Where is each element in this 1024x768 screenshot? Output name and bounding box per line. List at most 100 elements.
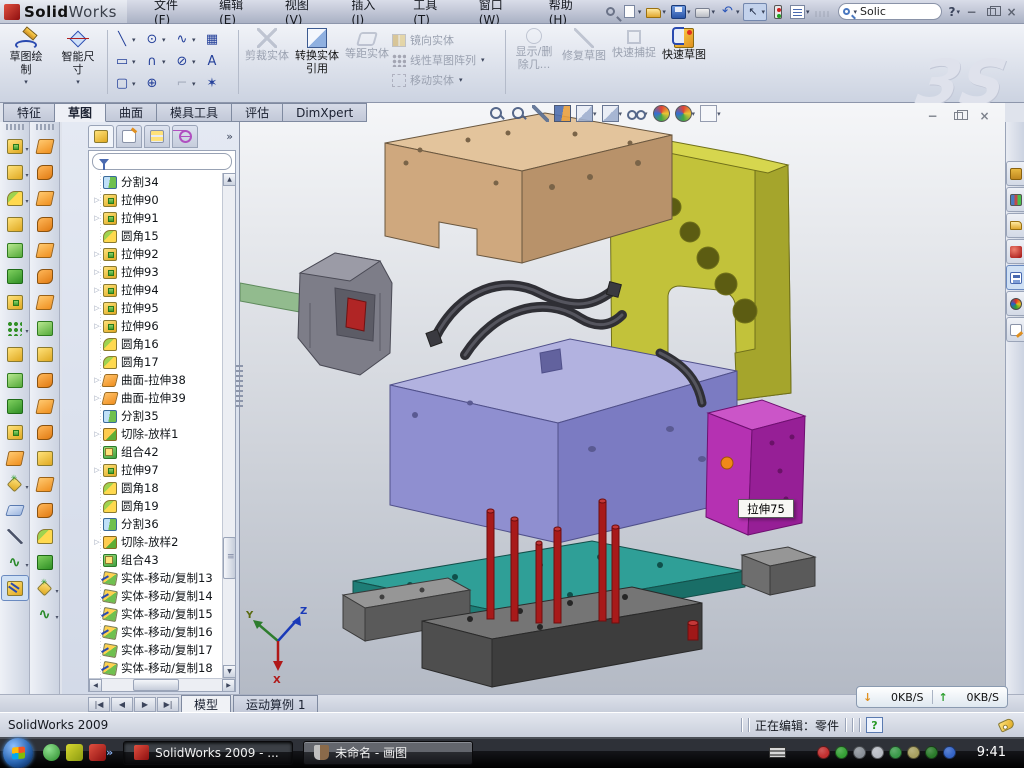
view-orientation-button[interactable]: ▾ (576, 105, 597, 122)
custom-properties-tab[interactable] (1006, 317, 1024, 342)
dropdown-caret-icon[interactable]: ▾ (162, 58, 166, 66)
shell-button[interactable] (1, 237, 29, 263)
surface-fillet-button[interactable] (31, 523, 59, 549)
expand-arrow-icon[interactable]: ▷ (92, 466, 102, 474)
minimize-button[interactable]: − (963, 4, 980, 19)
solidworks-quicklaunch-icon[interactable] (89, 744, 106, 761)
mirror-entities-button[interactable]: 镜向实体 (392, 32, 502, 48)
extruded-boss-button[interactable]: ▾ (1, 133, 29, 159)
surface-loft-button[interactable] (31, 211, 59, 237)
surface-offset-button[interactable] (31, 341, 59, 367)
dropdown-caret-icon[interactable]: ▾ (132, 58, 136, 66)
doc-restore-button[interactable] (950, 108, 967, 123)
smart-dimension-button[interactable]: 智能尺寸 ▾ (52, 24, 104, 86)
panel-splitter-handle[interactable] (236, 365, 243, 409)
dropdown-caret-icon[interactable]: ▾ (481, 56, 485, 64)
tab-DimXpert[interactable]: DimXpert (283, 103, 367, 122)
expand-arrow-icon[interactable]: ▷ (92, 196, 102, 204)
tree-item[interactable]: 组合43 (89, 551, 222, 569)
surface-boot-button[interactable] (31, 315, 59, 341)
security-shield-tray-icon[interactable] (835, 746, 848, 759)
pin-button[interactable] (603, 3, 618, 21)
instant3d-button[interactable] (1, 575, 29, 601)
repair-sketch-button[interactable]: 修复草图 (559, 24, 609, 62)
tab-nav-button-3[interactable]: ▶| (157, 697, 179, 712)
plane-button[interactable] (1, 497, 29, 523)
surface-elbow-button[interactable] (31, 367, 59, 393)
save-button[interactable]: ▾ (670, 3, 692, 21)
surface-cshape-button[interactable] (31, 185, 59, 211)
undo-button[interactable]: ↶▾ (719, 3, 741, 21)
dropdown-caret-icon[interactable]: ▾ (736, 8, 740, 16)
dropdown-caret-icon[interactable]: ▾ (662, 8, 666, 16)
network-warning-tray-icon[interactable] (907, 746, 920, 759)
circle-tool[interactable]: ⊙▾ (143, 32, 173, 47)
menu-item-6[interactable]: 帮助(H) (536, 0, 603, 23)
surface-planar-button[interactable] (31, 289, 59, 315)
curve-button[interactable]: ∿▾ (1, 549, 29, 575)
dimxpertmanager-tab[interactable] (172, 125, 198, 148)
doc-minimize-button[interactable]: − (924, 108, 941, 123)
tags-icon[interactable] (998, 717, 1016, 732)
split-button[interactable] (1, 393, 29, 419)
tree-item[interactable]: 实体-移动/复制18 (89, 659, 222, 677)
doc-close-button[interactable]: × (976, 108, 993, 123)
propertymanager-tab[interactable] (116, 125, 142, 148)
dropdown-caret-icon[interactable]: ▾ (25, 562, 28, 569)
antivirus-tray-icon[interactable] (817, 746, 830, 759)
slot-tool[interactable]: ▢▾ (113, 76, 143, 91)
search-box[interactable]: ▾ Solic (838, 3, 942, 20)
tab-草图[interactable]: 草图 (55, 103, 106, 122)
offset-entities-button[interactable]: 等距实体 (342, 24, 392, 60)
surface-sweep-button[interactable] (31, 159, 59, 185)
dropdown-caret-icon[interactable]: ▾ (192, 36, 196, 44)
keyboard-layout-icon[interactable] (769, 747, 786, 758)
configurationmanager-tab[interactable] (144, 125, 170, 148)
dropdown-caret-icon[interactable]: ▾ (162, 36, 166, 44)
dropdown-caret-icon[interactable]: ▾ (806, 8, 810, 16)
surface-knit-button[interactable] (31, 419, 59, 445)
tab-nav-button-2[interactable]: ▶ (134, 697, 156, 712)
zoom-fit-button[interactable] (488, 105, 505, 122)
tab-曲面[interactable]: 曲面 (106, 103, 157, 122)
surface-ref-button[interactable]: ▾ (31, 575, 59, 601)
tree-item[interactable]: 组合42 (89, 443, 222, 461)
tree-horizontal-scrollbar[interactable]: ◀ ▶ (89, 678, 235, 691)
text-tool[interactable]: A (203, 54, 233, 69)
doc-tab-运动算例 1[interactable]: 运动算例 1 (233, 695, 318, 712)
tab-评估[interactable]: 评估 (232, 103, 283, 122)
tree-item[interactable]: 圆角17 (89, 353, 222, 371)
sketch-button[interactable]: 草图绘制 ▾ (0, 24, 52, 86)
model-scene[interactable]: Y Z X (240, 103, 1005, 694)
arc-tool[interactable]: ∩▾ (143, 54, 173, 69)
quick-tips-help-button[interactable]: ? (866, 717, 883, 733)
selection-box-tool[interactable]: ▦ (203, 32, 233, 47)
addins-button[interactable] (814, 3, 831, 21)
corner-rectangle-tool[interactable]: ▭▾ (113, 54, 143, 69)
tree-item[interactable]: ▷曲面-拉伸39 (89, 389, 222, 407)
tree-filter-box[interactable] (92, 153, 232, 170)
dropdown-caret-icon[interactable]: ▾ (55, 588, 58, 595)
tree-item[interactable]: ▷曲面-拉伸38 (89, 371, 222, 389)
tree-item[interactable]: 实体-移动/复制15 (89, 605, 222, 623)
scroll-up-button[interactable]: ▲ (223, 173, 236, 186)
model-right-rail[interactable] (742, 547, 815, 595)
cut-button[interactable] (1, 263, 29, 289)
options-button[interactable]: ▾ (789, 3, 811, 21)
file-explorer-tab[interactable] (1006, 213, 1024, 238)
search-input[interactable]: Solic (860, 5, 886, 18)
tab-特征[interactable]: 特征 (3, 103, 55, 122)
polygon-tool[interactable]: ⊕ (143, 76, 173, 91)
mirror-button[interactable] (1, 341, 29, 367)
dropdown-caret-icon[interactable]: ▾ (25, 484, 28, 491)
surface-revolve-button[interactable] (31, 133, 59, 159)
start-button[interactable] (3, 738, 33, 768)
tree-item[interactable]: 实体-移动/复制14 (89, 587, 222, 605)
tree-item[interactable]: 实体-移动/复制17 (89, 641, 222, 659)
surface-dome-button[interactable] (31, 549, 59, 575)
sketch-fillet-tool[interactable]: ⌐▾ (173, 76, 203, 91)
dropdown-caret-icon[interactable]: ▾ (25, 198, 28, 205)
surface-free-button[interactable] (31, 237, 59, 263)
volume-tray-icon[interactable] (871, 746, 884, 759)
dropdown-caret-icon[interactable]: ▾ (192, 80, 196, 88)
